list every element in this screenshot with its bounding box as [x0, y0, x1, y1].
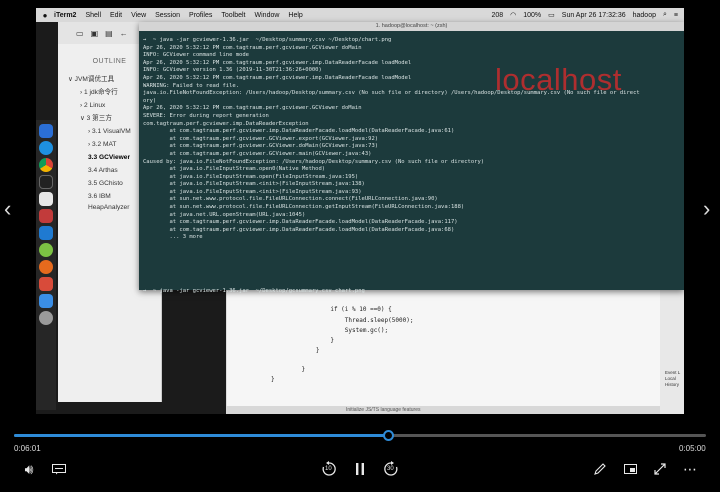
terminal-line: → ~ java -jar gcviewer-1.36.jar ~/Deskto…: [143, 37, 392, 43]
app-icon-terminal: [39, 175, 53, 189]
menu-item-iterm2: iTerm2: [54, 11, 77, 19]
terminal-line: at java.io.FileInputStream.open(FileInpu…: [143, 173, 359, 180]
volume-icon[interactable]: 🔊︎: [18, 461, 40, 477]
menu-item-session: Session: [155, 11, 181, 19]
menubar-user: hadoop: [632, 11, 656, 19]
terminal-title: 1. hadoop@localhost: ~ (zsh): [139, 22, 684, 31]
menu-item-view: View: [131, 11, 147, 19]
timeline-panel-label: Event L Local History: [665, 370, 681, 387]
terminal-line: at java.io.FileInputStream.open0(Native …: [143, 166, 326, 173]
mac-menubar: ● iTerm2 Shell Edit View Session Profile…: [36, 8, 684, 22]
app-icon-android: [39, 243, 53, 257]
battery-percent: 100%: [523, 11, 542, 19]
folder-icon[interactable]: ▤: [105, 29, 113, 38]
skip-forward-icon[interactable]: 30: [380, 461, 402, 477]
terminal-line: at java.io.FileInputStream.<init>(FileIn…: [143, 188, 362, 195]
menu-item-help: Help: [288, 11, 303, 19]
menubar-clock: Sun Apr 26 17:32:36: [561, 11, 626, 19]
search-icon: ⌕: [662, 11, 667, 18]
code-line: }: [287, 337, 334, 344]
app-icon-mail: [39, 277, 53, 291]
terminal-line: at sun.net.www.protocol.file.FileURLConn…: [143, 204, 465, 211]
menu-item-profiles: Profiles: [189, 11, 213, 19]
app-icon-finder: [39, 124, 53, 138]
terminal-line: at java.io.FileInputStream.<init>(FileIn…: [143, 181, 365, 188]
total-time: 0:05:00: [679, 444, 706, 453]
terminal-window[interactable]: 1. hadoop@localhost: ~ (zsh) → ~ java -j…: [139, 22, 684, 294]
editor-status-bar: [226, 406, 660, 414]
app-icon-vscode: [39, 226, 53, 240]
captions-icon[interactable]: [48, 461, 70, 477]
terminal-line: at sun.net.www.protocol.file.FileURLConn…: [143, 196, 438, 203]
seek-bar-thumb[interactable]: [382, 430, 394, 441]
code-line: }: [287, 347, 320, 354]
terminal-line: SEVERE: Error during report generation: [143, 112, 269, 119]
seek-bar[interactable]: [14, 430, 706, 441]
terminal-line: at com.tagtraum.perf.gcviewer.GCViewer.d…: [143, 143, 379, 150]
terminal-line: INFO: GCViewer command line mode: [143, 52, 249, 59]
pause-icon[interactable]: [349, 461, 371, 477]
temperature-readout: 208: [491, 11, 504, 19]
app-icon-typora: [39, 209, 53, 223]
app-icon-photos: [39, 192, 53, 206]
app-icon-safari: [39, 141, 53, 155]
code-line: Thread.sleep(5000);: [287, 317, 414, 324]
menu-list-icon: ≡: [673, 11, 678, 19]
terminal-line: at java.net.URL.openStream(URL.java:1045…: [143, 211, 306, 218]
code-editor[interactable]: if (i % 10 ==0) { Thread.sleep(5000); Sy…: [226, 278, 660, 408]
terminal-line: Apr 26, 2020 5:32:12 PM com.tagtraum.per…: [143, 105, 362, 112]
fullscreen-icon[interactable]: [649, 461, 671, 477]
apple-icon: ●: [42, 10, 48, 20]
menu-item-edit: Edit: [110, 11, 123, 19]
back-arrow-icon[interactable]: ←: [120, 29, 128, 38]
wifi-icon: ◠: [510, 12, 517, 19]
app-icon-firefox: [39, 260, 53, 274]
terminal-line: at com.tagtraum.perf.gcviewer.GCViewer.e…: [143, 135, 379, 142]
skip-forward-seconds: 30: [387, 466, 394, 472]
terminal-line: com.tagtraum.perf.gcviewer.imp.DataReade…: [143, 120, 309, 127]
video-frame[interactable]: ● iTerm2 Shell Edit View Session Profile…: [36, 8, 684, 414]
menu-item-window: Window: [254, 11, 280, 19]
next-arrow-icon[interactable]: ›: [703, 196, 710, 222]
code-line: }: [271, 376, 275, 383]
more-options-icon[interactable]: ⋯: [679, 461, 701, 477]
terminal-line: at com.tagtraum.perf.gcviewer.imp.DataRe…: [143, 128, 455, 135]
previous-arrow-icon[interactable]: ‹: [4, 196, 11, 222]
seek-bar-fill: [14, 434, 388, 437]
miniplayer-icon[interactable]: [619, 461, 641, 477]
menu-item-shell: Shell: [85, 11, 102, 19]
code-line: }: [287, 366, 306, 373]
save-icon[interactable]: ▣: [91, 29, 99, 38]
code-line: if (i % 10 ==0) {: [287, 306, 392, 313]
editor-status-text: Initialize JS/TS language features: [346, 407, 421, 413]
terminal-line: Caused by: java.io.FileNotFoundException…: [143, 158, 485, 165]
menu-item-toolbelt: Toolbelt: [221, 11, 246, 19]
terminal-line: at com.tagtraum.perf.gcviewer.GCViewer.m…: [143, 150, 372, 157]
terminal-line: ory): [143, 97, 157, 104]
terminal-line: ... 3 more: [143, 234, 203, 241]
skip-back-seconds: 10: [325, 466, 332, 472]
app-icon-chrome: [39, 158, 53, 172]
battery-icon: ▭: [548, 12, 555, 19]
mac-dock: [36, 120, 56, 410]
video-player: ● iTerm2 Shell Edit View Session Profile…: [0, 0, 720, 492]
app-icon-finder-blue: [39, 294, 53, 308]
pen-icon[interactable]: [589, 461, 611, 477]
skip-back-icon[interactable]: 10: [318, 461, 340, 477]
menubar-status-area: 208 ◠ 100% ▭ Sun Apr 26 17:32:36 hadoop …: [491, 11, 684, 19]
terminal-line: Apr 26, 2020 5:32:12 PM com.tagtraum.per…: [143, 44, 362, 51]
terminal-prompt-line[interactable]: → ~ java -jar gcviewer-1.36.jar ~/Deskto…: [143, 288, 365, 294]
file-icon[interactable]: ▭: [76, 29, 84, 38]
code-line: System.gc();: [287, 327, 389, 334]
localhost-watermark: localhost: [495, 62, 622, 97]
app-icon-settings: [39, 311, 53, 325]
terminal-line: at com.tagtraum.perf.gcviewer.imp.DataRe…: [143, 219, 458, 226]
current-time: 0:06:01: [14, 444, 41, 453]
terminal-line: at com.tagtraum.perf.gcviewer.imp.DataRe…: [143, 226, 455, 233]
